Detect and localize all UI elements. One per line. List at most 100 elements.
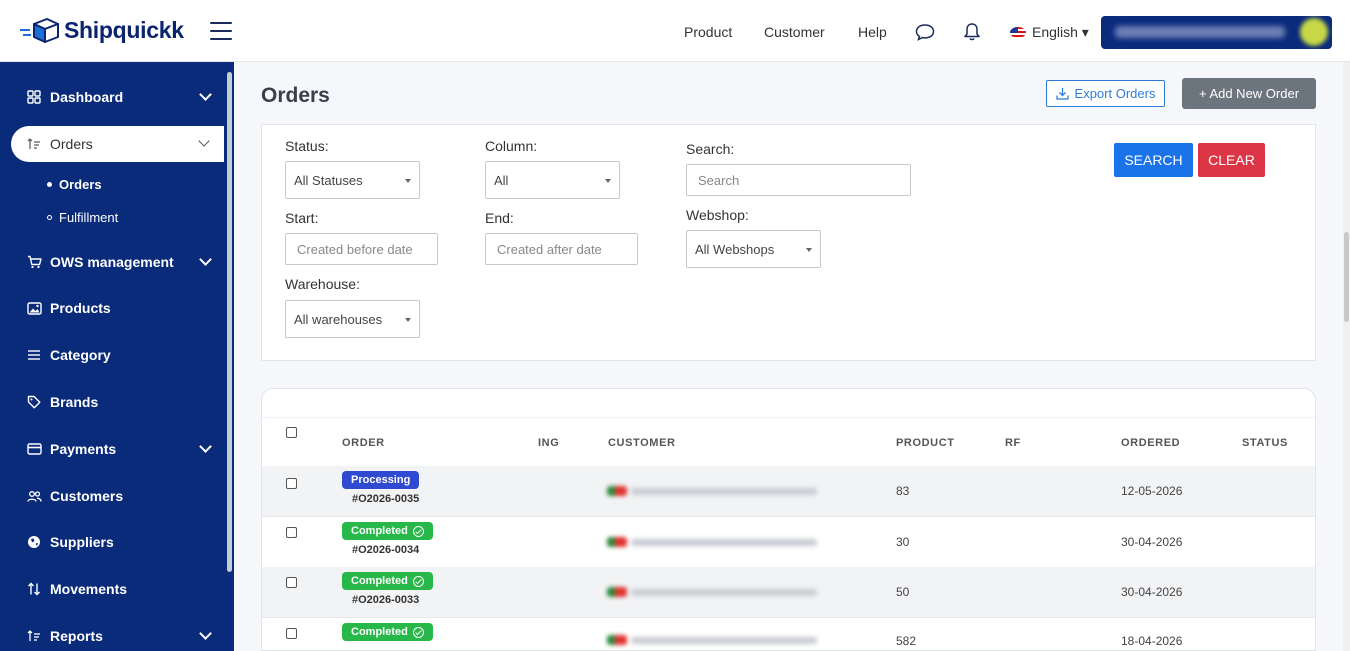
sidebar-subitem-fulfillment[interactable]: Fulfillment [47, 210, 118, 225]
row-checkbox[interactable] [286, 527, 297, 538]
sidebar-subitem-orders[interactable]: Orders [47, 177, 102, 192]
sort-icon [26, 628, 42, 644]
status-badge: Completed [342, 522, 433, 540]
sidebar-item-label: Movements [50, 581, 128, 597]
language-selector[interactable]: English ▾ [1010, 24, 1089, 41]
product-count: 582 [896, 634, 917, 648]
user-menu[interactable] [1101, 16, 1332, 49]
column-header-rf[interactable]: RF [1005, 437, 1021, 449]
sidebar-item-label: Customers [50, 488, 124, 504]
row-checkbox[interactable] [286, 628, 297, 639]
avatar [1300, 18, 1328, 46]
column-select[interactable]: All [485, 161, 620, 199]
ordered-date: 30-04-2026 [1121, 535, 1183, 549]
us-flag-icon [1010, 27, 1026, 38]
list-icon [26, 347, 42, 363]
customer-redacted [607, 486, 817, 496]
cart-icon [26, 254, 42, 270]
status-badge-label: Completed [351, 575, 408, 587]
sidebar-item-label: Category [50, 347, 111, 363]
column-label: Column: [485, 138, 538, 154]
sidebar-item-orders[interactable]: Orders [11, 126, 224, 162]
product-count: 83 [896, 484, 910, 498]
sidebar-item-reports[interactable]: Reports [0, 618, 226, 651]
sidebar-scrollbar[interactable] [226, 62, 234, 651]
column-header-ing[interactable]: ING [538, 437, 559, 449]
top-bar: Shipquickk Product Customer Help English… [0, 0, 1350, 62]
order-id[interactable]: #O2026-0034 [352, 544, 419, 556]
select-all-checkbox[interactable] [286, 427, 297, 438]
nav-product[interactable]: Product [684, 24, 732, 40]
search-input[interactable] [686, 164, 911, 196]
table-row[interactable]: Completed 582 18-04-2026 [262, 618, 1315, 650]
sidebar-item-label: Suppliers [50, 534, 114, 550]
sidebar-item-products[interactable]: Products [0, 290, 226, 326]
table-row[interactable]: Completed #O2026-0033 50 30-04-2026 [262, 567, 1315, 618]
sidebar-item-dashboard[interactable]: Dashboard [0, 79, 226, 115]
status-badge-label: Completed [351, 626, 408, 638]
webshop-select[interactable]: All Webshops [686, 230, 821, 268]
bell-icon[interactable] [963, 22, 981, 42]
column-header-product[interactable]: PRODUCT [896, 437, 955, 449]
nav-help[interactable]: Help [858, 24, 887, 40]
order-id[interactable]: #O2026-0035 [352, 493, 419, 505]
table-row[interactable]: Completed #O2026-0034 30 30-04-2026 [262, 517, 1315, 568]
orders-table: ORDER ING CUSTOMER PRODUCT RF ORDERED ST… [261, 388, 1316, 651]
sidebar-item-category[interactable]: Category [0, 337, 226, 373]
export-orders-button[interactable]: Export Orders [1046, 80, 1165, 107]
users-icon [26, 488, 42, 504]
column-header-order[interactable]: ORDER [342, 437, 385, 449]
sidebar-item-movements[interactable]: Movements [0, 571, 226, 607]
status-badge-label: Completed [351, 525, 408, 537]
warehouse-label: Warehouse: [285, 276, 360, 292]
caret-down-icon [605, 179, 611, 183]
download-icon [1055, 88, 1069, 100]
sidebar-item-label: Products [50, 300, 111, 316]
tag-icon [26, 394, 42, 410]
bullet-icon [47, 182, 52, 187]
warehouse-select[interactable]: All warehouses [285, 300, 420, 338]
sidebar-item-suppliers[interactable]: Suppliers [0, 524, 226, 560]
page-title: Orders [261, 84, 330, 107]
webshop-label: Webshop: [686, 207, 749, 223]
customer-redacted [607, 537, 817, 547]
menu-toggle-icon[interactable] [210, 22, 232, 40]
product-count: 30 [896, 535, 910, 549]
nav-customer[interactable]: Customer [764, 24, 825, 40]
start-date-input[interactable] [285, 233, 438, 265]
clear-button[interactable]: CLEAR [1198, 143, 1265, 177]
sidebar-item-ows-management[interactable]: OWS management [0, 244, 226, 280]
add-new-order-button[interactable]: + Add New Order [1182, 78, 1316, 109]
brand-logo[interactable]: Shipquickk [20, 16, 184, 44]
customer-redacted [607, 587, 817, 597]
column-header-status[interactable]: STATUS [1242, 437, 1288, 449]
sidebar-item-label: Payments [50, 441, 117, 457]
warehouse-select-value: All warehouses [294, 311, 383, 327]
page-scrollbar[interactable] [1343, 62, 1350, 651]
table-row[interactable]: Processing #O2026-0035 83 12-05-2026 [262, 466, 1315, 517]
user-name-redacted [1115, 26, 1285, 38]
chat-icon[interactable] [915, 23, 935, 41]
ordered-date: 18-04-2026 [1121, 634, 1183, 648]
end-date-input[interactable] [485, 233, 638, 265]
chevron-down-icon [199, 440, 212, 453]
row-checkbox[interactable] [286, 577, 297, 588]
webshop-select-value: All Webshops [695, 241, 775, 257]
search-button[interactable]: SEARCH [1114, 143, 1193, 177]
status-select[interactable]: All Statuses [285, 161, 420, 199]
language-label: English ▾ [1032, 24, 1089, 40]
column-header-ordered[interactable]: ORDERED [1121, 437, 1180, 449]
sidebar-item-payments[interactable]: Payments [0, 431, 226, 467]
sidebar-item-customers[interactable]: Customers [0, 478, 226, 514]
row-checkbox[interactable] [286, 478, 297, 489]
sort-icon [26, 136, 42, 152]
chevron-down-icon [199, 253, 212, 266]
sidebar-subitem-label: Fulfillment [59, 210, 119, 225]
order-id[interactable]: #O2026-0033 [352, 594, 419, 606]
sidebar-item-label: Reports [50, 628, 103, 644]
sidebar-item-brands[interactable]: Brands [0, 384, 226, 420]
globe-icon [26, 534, 42, 550]
status-badge: Processing [342, 471, 420, 489]
column-header-customer[interactable]: CUSTOMER [608, 437, 676, 449]
check-circle-icon [412, 525, 424, 537]
